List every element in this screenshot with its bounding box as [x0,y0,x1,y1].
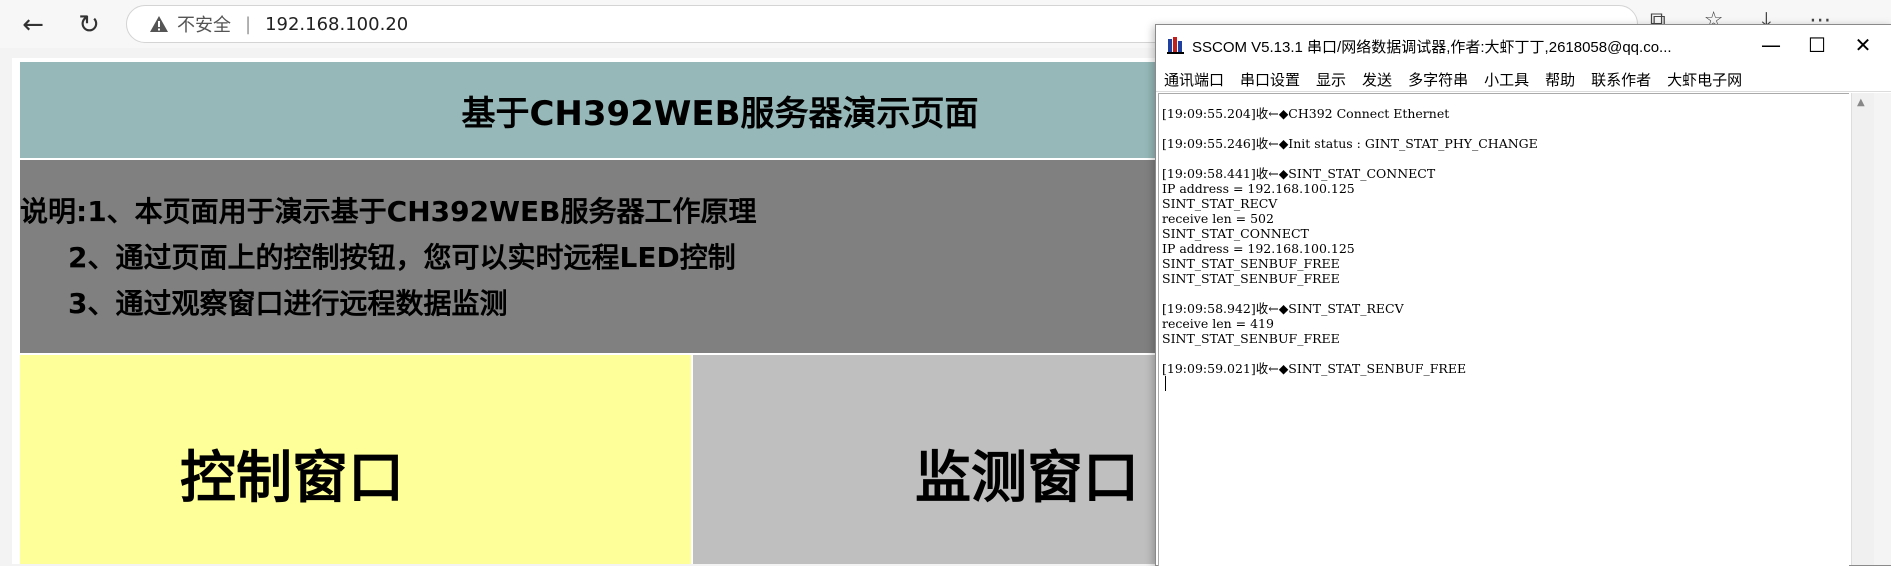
log-line: SINT_STAT_RECV [1162,196,1278,211]
description-line-2: 2、通过页面上的控制按钮，您可以实时远程LED控制 [68,241,736,274]
reload-icon: ↻ [78,10,100,40]
sscom-title-bar[interactable]: SSCOM V5.13.1 串口/网络数据调试器,作者:大虾丁丁,2618058… [1156,25,1891,65]
log-block: [19:09:58.441]收←◆SINT_STAT_CONNECT IP ad… [1159,166,1849,286]
log-block: [19:09:55.204]收←◆CH392 Connect Ethernet [1159,106,1849,121]
control-panel: 控制窗口 [20,355,691,564]
menu-item-send[interactable]: 发送 [1354,65,1400,91]
log-block: [19:09:55.246]收←◆Init status : GINT_STAT… [1159,136,1849,151]
log-line: IP address = 192.168.100.125 [1162,241,1355,256]
log-line: IP address = 192.168.100.125 [1162,181,1355,196]
back-button[interactable]: ← [16,8,50,42]
log-line: [19:09:59.021]收←◆SINT_STAT_SENBUF_FREE [1162,361,1467,376]
insecure-label[interactable]: 不安全 [177,11,231,37]
text-cursor [1165,376,1166,391]
menu-item-daxia-site[interactable]: 大虾电子网 [1659,65,1750,91]
sscom-title-text: SSCOM V5.13.1 串口/网络数据调试器,作者:大虾丁丁,2618058… [1192,39,1672,56]
log-line: SINT_STAT_SENBUF_FREE [1162,331,1340,346]
scroll-up-icon[interactable]: ▲ [1857,97,1865,108]
menu-item-display[interactable]: 显示 [1308,65,1354,91]
log-cursor-line [1162,376,1849,394]
log-line: SINT_STAT_SENBUF_FREE [1162,256,1340,271]
menu-item-tools[interactable]: 小工具 [1476,65,1537,91]
back-arrow-icon: ← [22,10,44,40]
log-block: [19:09:59.021]收←◆SINT_STAT_SENBUF_FREE [1159,361,1849,394]
close-icon: ✕ [1854,33,1872,57]
warning-icon[interactable] [149,14,169,34]
log-line: SINT_STAT_CONNECT [1162,226,1309,241]
monitor-panel-title: 监测窗口 [915,446,1139,511]
log-line: [19:09:58.942]收←◆SINT_STAT_RECV [1162,301,1404,316]
control-panel-title: 控制窗口 [180,446,404,511]
menu-item-contact-author[interactable]: 联系作者 [1583,65,1659,91]
log-line: [19:09:58.441]收←◆SINT_STAT_CONNECT [1162,166,1436,181]
description-line-3: 3、通过观察窗口进行远程数据监测 [68,287,508,320]
log-line: receive len = 502 [1162,211,1274,226]
sscom-window: SSCOM V5.13.1 串口/网络数据调试器,作者:大虾丁丁,2618058… [1155,24,1891,566]
menu-item-comm-port[interactable]: 通讯端口 [1156,65,1232,91]
maximize-button[interactable]: ☐ [1794,31,1840,59]
sscom-menu-bar: 通讯端口 串口设置 显示 发送 多字符串 小工具 帮助 联系作者 大虾电子网 [1156,65,1891,92]
log-line: [19:09:55.204]收←◆CH392 Connect Ethernet [1162,106,1450,121]
log-line: receive len = 419 [1162,316,1274,331]
menu-item-help[interactable]: 帮助 [1537,65,1583,91]
log-block: [19:09:58.942]收←◆SINT_STAT_RECV receive … [1159,301,1849,346]
menu-item-multi-string[interactable]: 多字符串 [1400,65,1476,91]
log-line: [19:09:55.246]收←◆Init status : GINT_STAT… [1162,136,1538,151]
receive-log-area[interactable]: [19:09:55.204]收←◆CH392 Connect Ethernet … [1158,93,1849,566]
address-separator: | [245,13,252,35]
url-text[interactable]: 192.168.100.20 [265,14,408,35]
menu-item-serial-settings[interactable]: 串口设置 [1232,65,1308,91]
log-scrollbar[interactable]: ▲ [1851,93,1874,565]
minimize-icon: — [1761,33,1781,57]
maximize-icon: ☐ [1808,33,1826,57]
minimize-button[interactable]: — [1748,31,1794,59]
close-button[interactable]: ✕ [1840,31,1886,59]
window-edge [1874,93,1891,565]
description-line-1: 说明:1、本页面用于演示基于CH392WEB服务器工作原理 [20,195,757,228]
log-line: SINT_STAT_SENBUF_FREE [1162,271,1340,286]
sscom-app-icon [1167,37,1184,54]
reload-button[interactable]: ↻ [72,8,106,42]
